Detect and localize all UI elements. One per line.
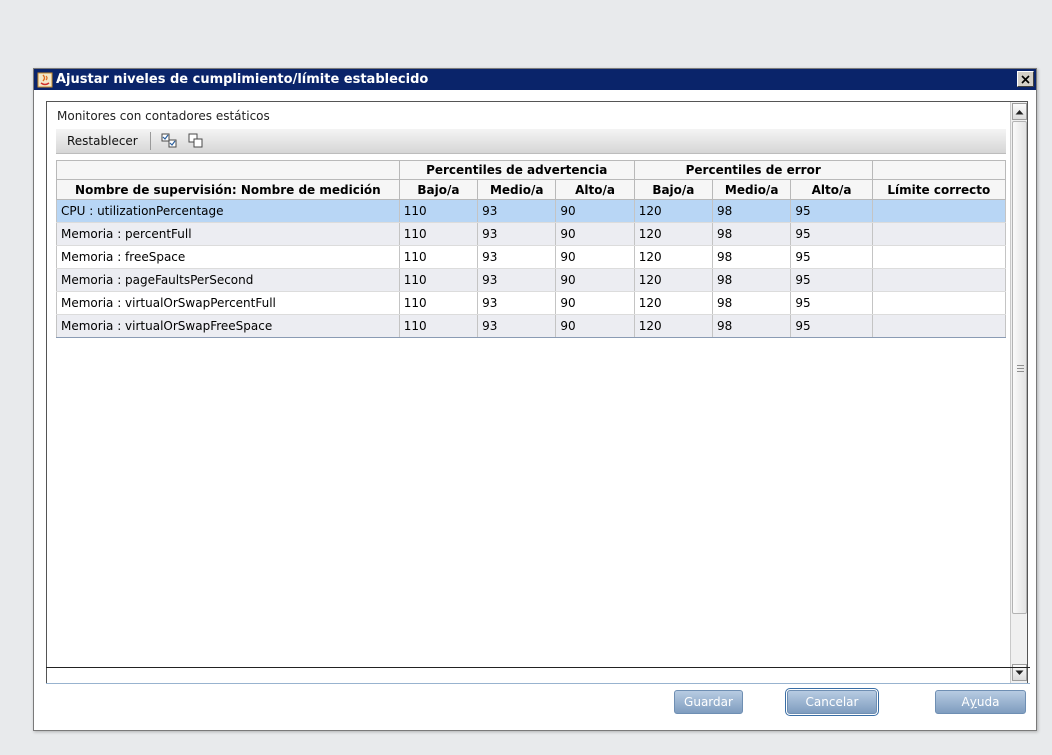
- cell-warning-medium[interactable]: 93: [477, 268, 557, 292]
- cell-error-low[interactable]: 120: [634, 291, 714, 315]
- cell-warning-high[interactable]: 90: [555, 245, 635, 269]
- java-app-icon: [37, 72, 53, 88]
- copy-icon[interactable]: [186, 132, 206, 150]
- table-row[interactable]: CPU : utilizationPercentage 110 93 90 12…: [56, 199, 1007, 223]
- select-all-icon[interactable]: [160, 132, 180, 150]
- divider-line: [46, 667, 1030, 668]
- cell-error-medium[interactable]: 98: [712, 314, 792, 338]
- scroll-thumb[interactable]: [1012, 121, 1027, 614]
- table-row[interactable]: Memoria : pageFaultsPerSecond 110 93 90 …: [56, 268, 1007, 292]
- save-button[interactable]: Guardar: [674, 690, 743, 714]
- cell-warning-low[interactable]: 110: [399, 245, 479, 269]
- scroll-down-icon: [1015, 670, 1024, 675]
- help-button-mnemonic: y: [969, 695, 977, 709]
- cell-error-low[interactable]: 120: [634, 314, 714, 338]
- cell-warning-low[interactable]: 110: [399, 291, 479, 315]
- panel-content: Monitores con contadores estáticos Resta…: [47, 102, 1011, 683]
- cell-error-medium[interactable]: 98: [712, 222, 792, 246]
- cell-error-low[interactable]: 120: [634, 268, 714, 292]
- group-header-warning: Percentiles de advertencia: [398, 160, 635, 180]
- column-header-error-medium[interactable]: Medio/a: [712, 179, 792, 200]
- table-row[interactable]: Memoria : percentFull 110 93 90 120 98 9…: [56, 222, 1007, 246]
- cell-correct-limit[interactable]: [872, 199, 1007, 223]
- table-row[interactable]: Memoria : virtualOrSwapFreeSpace 110 93 …: [56, 314, 1007, 338]
- cell-correct-limit[interactable]: [872, 222, 1007, 246]
- column-header-warning-low[interactable]: Bajo/a: [398, 179, 479, 200]
- cell-error-low[interactable]: 120: [634, 245, 714, 269]
- cell-measurement[interactable]: CPU : utilizationPercentage: [56, 199, 400, 223]
- cell-error-medium[interactable]: 98: [712, 268, 792, 292]
- group-header-error: Percentiles de error: [633, 160, 873, 180]
- cell-error-low[interactable]: 120: [634, 199, 714, 223]
- cell-correct-limit[interactable]: [872, 314, 1007, 338]
- section-label: Monitores con contadores estáticos: [57, 109, 270, 123]
- cell-warning-medium[interactable]: 93: [477, 291, 557, 315]
- help-button[interactable]: Ay uda: [935, 690, 1026, 714]
- help-button-label-end: uda: [976, 695, 1000, 709]
- table-row[interactable]: Memoria : freeSpace 110 93 90 120 98 95: [56, 245, 1007, 269]
- cell-warning-low[interactable]: 110: [399, 314, 479, 338]
- group-header-blank: [56, 160, 400, 180]
- column-header-error-low[interactable]: Bajo/a: [633, 179, 714, 200]
- cell-error-high[interactable]: 95: [790, 245, 873, 269]
- cell-correct-limit[interactable]: [872, 291, 1007, 315]
- vertical-scrollbar[interactable]: [1010, 102, 1027, 683]
- cell-error-high[interactable]: 95: [790, 268, 873, 292]
- scroll-up-button[interactable]: [1012, 103, 1027, 120]
- cell-warning-high[interactable]: 90: [555, 291, 635, 315]
- cell-measurement[interactable]: Memoria : freeSpace: [56, 245, 400, 269]
- scroll-up-icon: [1015, 109, 1024, 114]
- cell-warning-medium[interactable]: 93: [477, 245, 557, 269]
- cell-error-medium[interactable]: 98: [712, 199, 792, 223]
- cell-error-medium[interactable]: 98: [712, 245, 792, 269]
- cell-measurement[interactable]: Memoria : percentFull: [56, 222, 400, 246]
- cancel-button[interactable]: Cancelar: [785, 688, 879, 716]
- divider-line-accent: [46, 683, 1030, 684]
- cell-measurement[interactable]: Memoria : virtualOrSwapPercentFull: [56, 291, 400, 315]
- toolbar: Restablecer: [56, 129, 1006, 154]
- cell-error-high[interactable]: 95: [790, 222, 873, 246]
- cell-warning-medium[interactable]: 93: [477, 199, 557, 223]
- toolbar-separator: [149, 132, 151, 150]
- column-header-correct-limit[interactable]: Límite correcto: [871, 179, 1007, 200]
- cell-correct-limit[interactable]: [872, 268, 1007, 292]
- column-header-error-high[interactable]: Alto/a: [790, 179, 873, 200]
- cell-error-medium[interactable]: 98: [712, 291, 792, 315]
- column-header-warning-high[interactable]: Alto/a: [555, 179, 635, 200]
- reset-button[interactable]: Restablecer: [56, 130, 148, 153]
- window-title: Ajustar niveles de cumplimiento/límite e…: [56, 72, 429, 87]
- dialog-window: Ajustar niveles de cumplimiento/límite e…: [33, 68, 1037, 731]
- thresholds-table: Percentiles de advertencia Percentiles d…: [56, 160, 1007, 338]
- title-bar[interactable]: Ajustar niveles de cumplimiento/límite e…: [34, 69, 1036, 90]
- group-header-blank-right: [871, 160, 1007, 180]
- monitors-panel: Monitores con contadores estáticos Resta…: [46, 101, 1028, 684]
- cell-warning-high[interactable]: 90: [555, 222, 635, 246]
- close-button[interactable]: [1017, 71, 1034, 87]
- scroll-grip-icon: [1017, 365, 1024, 374]
- cell-measurement[interactable]: Memoria : pageFaultsPerSecond: [56, 268, 400, 292]
- cell-warning-low[interactable]: 110: [399, 199, 479, 223]
- table-row[interactable]: Memoria : virtualOrSwapPercentFull 110 9…: [56, 291, 1007, 315]
- cell-error-high[interactable]: 95: [790, 199, 873, 223]
- column-header-warning-medium[interactable]: Medio/a: [477, 179, 557, 200]
- cell-warning-high[interactable]: 90: [555, 199, 635, 223]
- cell-error-high[interactable]: 95: [790, 291, 873, 315]
- cell-warning-high[interactable]: 90: [555, 268, 635, 292]
- close-icon: [1021, 74, 1030, 84]
- cell-correct-limit[interactable]: [872, 245, 1007, 269]
- cell-warning-high[interactable]: 90: [555, 314, 635, 338]
- help-button-label-start: A: [961, 695, 970, 709]
- cell-measurement[interactable]: Memoria : virtualOrSwapFreeSpace: [56, 314, 400, 338]
- cell-warning-low[interactable]: 110: [399, 268, 479, 292]
- cell-warning-low[interactable]: 110: [399, 222, 479, 246]
- cell-error-low[interactable]: 120: [634, 222, 714, 246]
- cell-error-high[interactable]: 95: [790, 314, 873, 338]
- cell-warning-medium[interactable]: 93: [477, 314, 557, 338]
- cell-warning-medium[interactable]: 93: [477, 222, 557, 246]
- column-header-name[interactable]: Nombre de supervisión: Nombre de medició…: [56, 179, 400, 200]
